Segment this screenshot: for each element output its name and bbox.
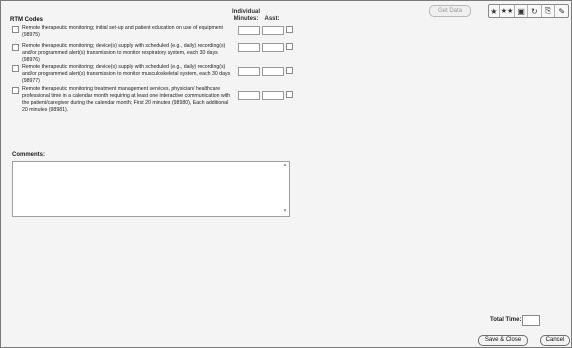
rtm-row-98975: Remote therapeutic monitoring; initial s…: [12, 25, 242, 41]
rtm-label-98976: Remote therapeutic monitoring; device(s)…: [22, 43, 226, 63]
save-close-button[interactable]: Save & Close: [478, 335, 528, 346]
rtm-row-98976: Remote therapeutic monitoring; device(s)…: [12, 43, 242, 65]
rtm-checkbox-98980[interactable]: [12, 87, 19, 94]
star-icon[interactable]: ★: [489, 5, 500, 17]
individual-minutes-header: Individual Minutes:: [231, 9, 260, 22]
minutes-input-98977[interactable]: [238, 67, 260, 76]
edit-icon[interactable]: ✎: [555, 5, 568, 17]
rtm-label-98975: Remote therapeutic monitoring; initial s…: [22, 25, 223, 38]
rtm-codes-title: RTM Codes: [10, 17, 43, 23]
save-icon[interactable]: ▣: [515, 5, 529, 17]
asst-checkbox-98980[interactable]: [286, 91, 293, 98]
cancel-button[interactable]: Cancel: [540, 335, 570, 346]
comments-textarea[interactable]: [12, 161, 290, 217]
rtm-checkbox-98975[interactable]: [12, 26, 19, 33]
stars-icon[interactable]: ★★: [500, 5, 516, 17]
rtm-form-window: Get Data ★ ★★ ▣ ↻ ⎘ ✎ RTM Codes Individu…: [0, 0, 572, 348]
refresh-icon[interactable]: ↻: [528, 5, 542, 17]
assistant-header: Asst:: [264, 16, 280, 22]
asst-checkbox-98976[interactable]: [286, 43, 293, 50]
minutes-input-98975[interactable]: [238, 26, 260, 35]
comments-label: Comments:: [12, 152, 46, 158]
total-time-label: Total Time:: [490, 317, 522, 323]
rtm-row-98980: Remote therapeutic monitoring treatment …: [12, 86, 242, 116]
rtm-checkbox-98977[interactable]: [12, 65, 19, 72]
asst-checkbox-98977[interactable]: [286, 67, 293, 74]
rtm-checkbox-98976[interactable]: [12, 44, 19, 51]
minutes-input-98976[interactable]: [238, 43, 260, 52]
asst-input-98976[interactable]: [262, 43, 284, 52]
asst-checkbox-98975[interactable]: [286, 26, 293, 33]
rtm-label-98977: Remote therapeutic monitoring; device(s)…: [22, 64, 231, 84]
rtm-label-98980: Remote therapeutic monitoring treatment …: [22, 86, 231, 113]
toolbar: ★ ★★ ▣ ↻ ⎘ ✎: [488, 4, 569, 18]
asst-input-98975[interactable]: [262, 26, 284, 35]
rtm-row-98977: Remote therapeutic monitoring; device(s)…: [12, 64, 242, 86]
copy-icon[interactable]: ⎘: [542, 5, 556, 17]
total-time-input[interactable]: [522, 315, 540, 326]
asst-input-98980[interactable]: [262, 91, 284, 100]
asst-input-98977[interactable]: [262, 67, 284, 76]
scroll-down-icon[interactable]: ▼: [282, 208, 288, 214]
get-data-button[interactable]: Get Data: [429, 5, 471, 17]
scroll-up-icon[interactable]: ▲: [282, 162, 288, 168]
minutes-input-98980[interactable]: [238, 91, 260, 100]
